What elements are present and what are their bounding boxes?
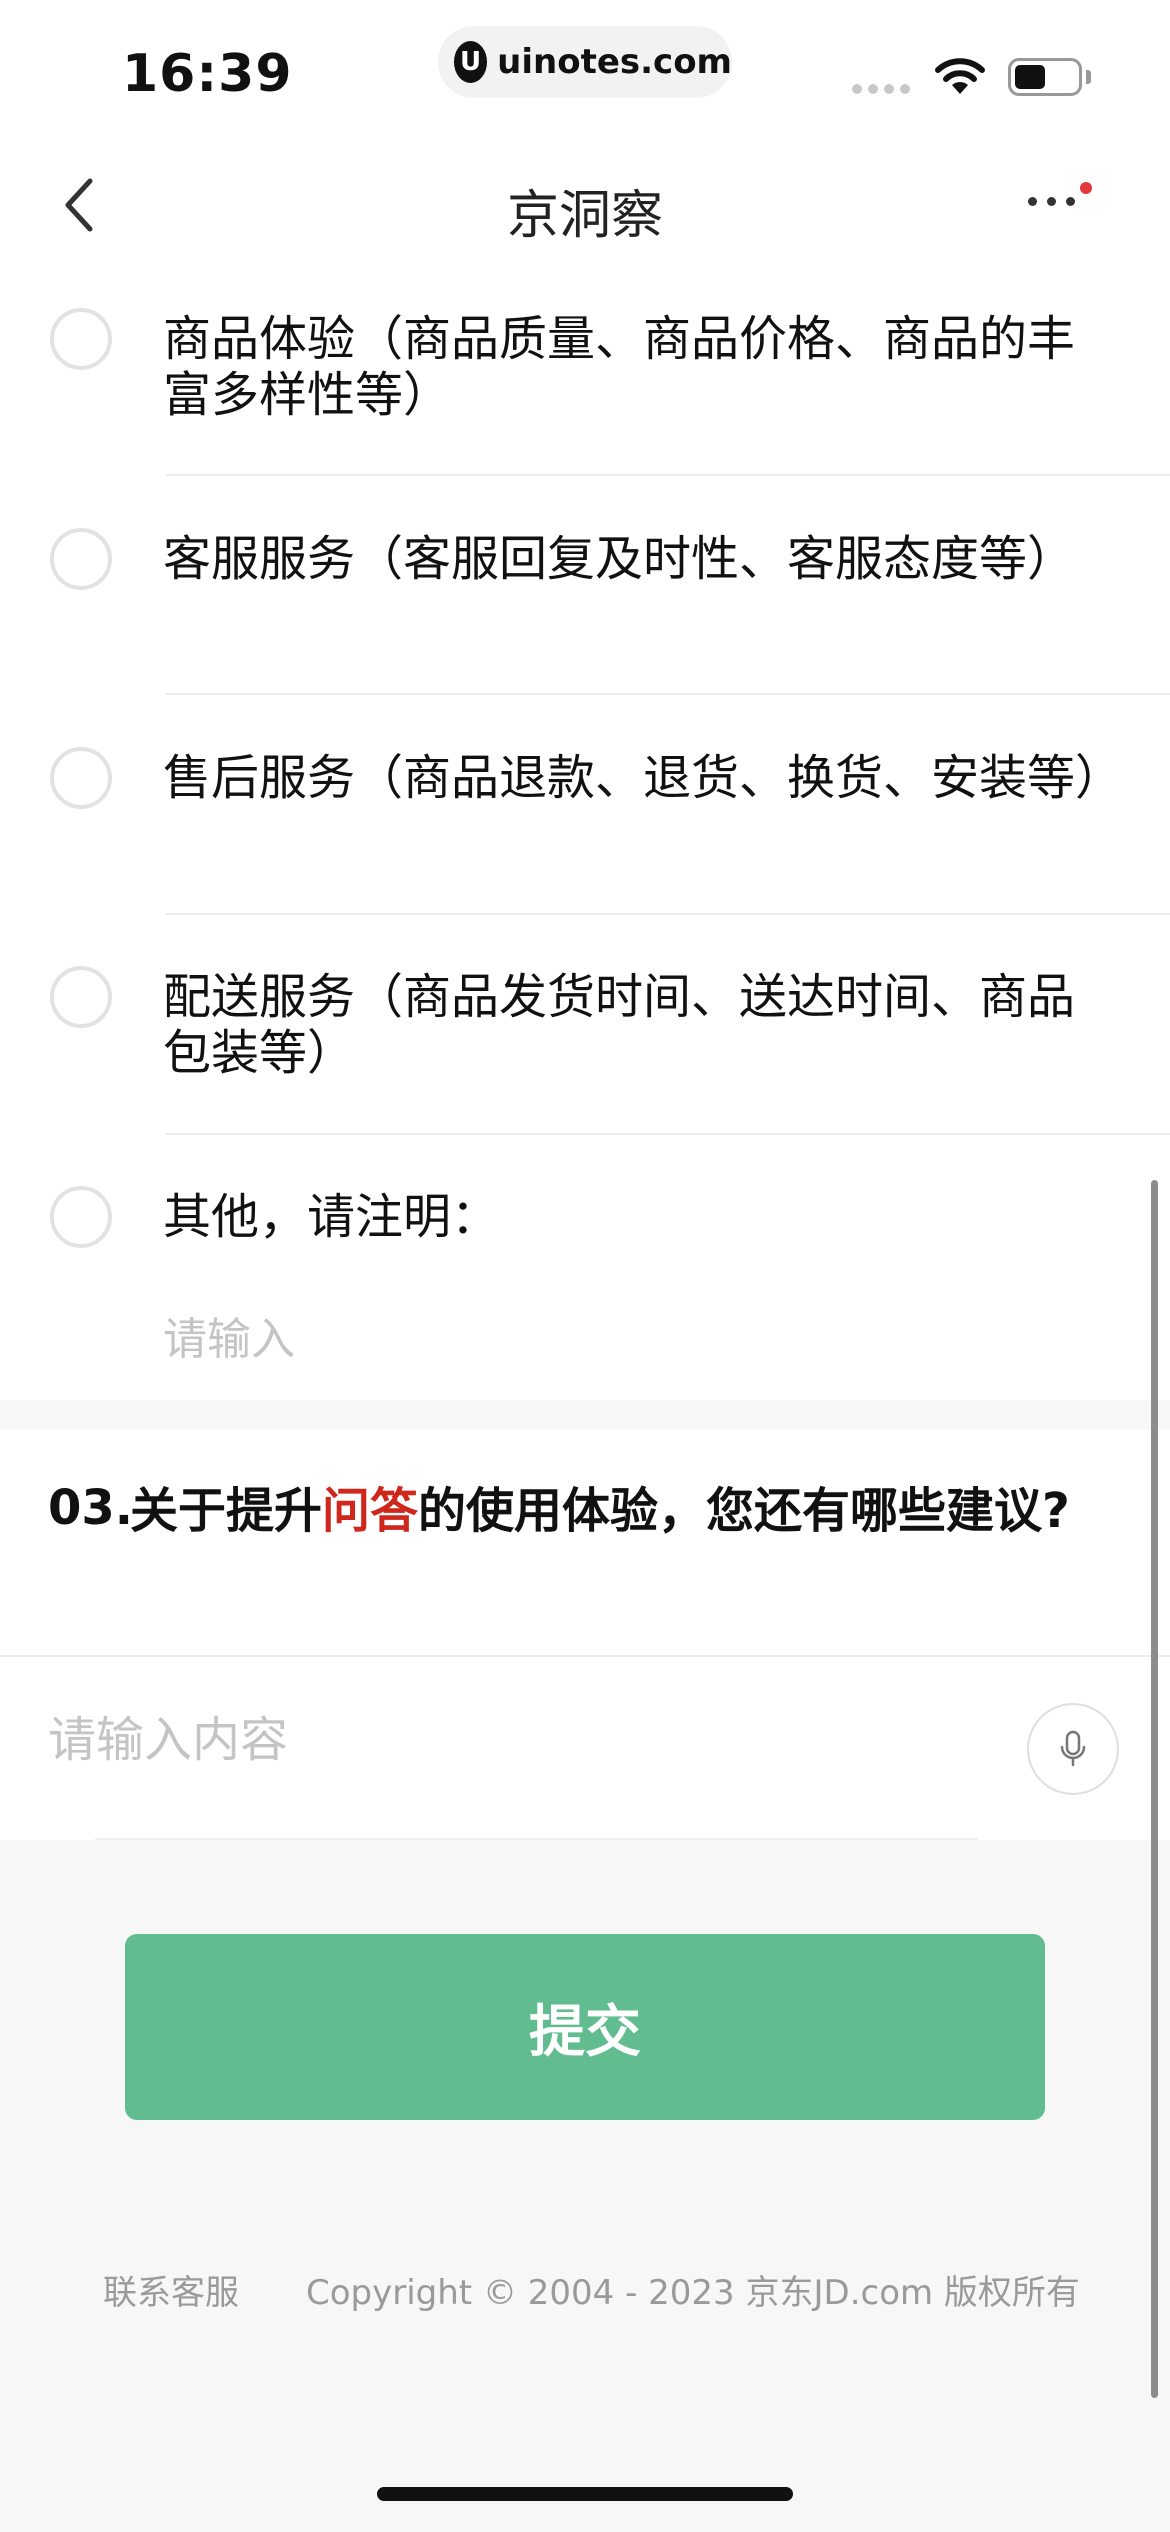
other-input[interactable]: 请输入 <box>163 1303 295 1367</box>
question-3: 03. 关于提升问答的使用体验，您还有哪些建议? <box>0 1430 1170 1840</box>
answer-input[interactable] <box>48 1690 998 1790</box>
page: 16:39 U uinotes.com 京洞察 商品体验（商品质量、商品价格、商… <box>0 0 1170 2532</box>
wifi-icon <box>935 58 985 94</box>
radio-button[interactable] <box>50 1186 112 1248</box>
divider <box>166 474 1170 476</box>
question-number: 03. <box>48 1480 134 1536</box>
url-text: uinotes.com <box>497 42 732 82</box>
site-logo-icon: U <box>454 41 488 83</box>
options-list: 商品体验（商品质量、商品价格、商品的丰富多样性等） 客服服务（客服回复及时性、客… <box>0 275 1170 1400</box>
microphone-icon <box>1060 1730 1086 1767</box>
status-time: 16:39 <box>122 44 293 104</box>
status-bar: 16:39 U uinotes.com <box>0 0 1170 135</box>
divider <box>166 693 1170 695</box>
question-text-before: 关于提升 <box>130 1483 323 1539</box>
option-label: 售后服务（商品退款、退货、换货、安装等） <box>163 750 1124 806</box>
question-text-highlight: 问答 <box>322 1483 419 1539</box>
url-pill[interactable]: U uinotes.com <box>438 26 732 98</box>
more-dots-icon[interactable] <box>1028 197 1075 206</box>
question-text-after: 的使用体验，您还有哪些建议? <box>418 1483 1070 1539</box>
battery-nub <box>1086 70 1091 84</box>
submit-button[interactable]: 提交 <box>125 1934 1045 2120</box>
divider <box>0 1655 1170 1657</box>
contact-service-link[interactable]: 联系客服 <box>103 2265 239 2314</box>
radio-button[interactable] <box>50 528 112 590</box>
radio-button[interactable] <box>50 308 112 370</box>
option-label: 配送服务（商品发货时间、送达时间、商品包装等） <box>163 969 1076 1081</box>
nav-bar: 京洞察 <box>0 135 1170 275</box>
home-indicator[interactable] <box>377 2487 793 2501</box>
microphone-button[interactable] <box>1027 1703 1119 1795</box>
option-label: 商品体验（商品质量、商品价格、商品的丰富多样性等） <box>163 311 1076 423</box>
scrollbar[interactable] <box>1151 1180 1158 2398</box>
option-label: 其他，请注明： <box>163 1189 500 1245</box>
battery-icon <box>1008 58 1082 96</box>
radio-button[interactable] <box>50 747 112 809</box>
divider <box>166 1133 1170 1135</box>
question-text: 关于提升问答的使用体验，您还有哪些建议? <box>130 1480 1080 1542</box>
input-underline <box>95 1838 978 1840</box>
option-label: 客服服务（客服回复及时性、客服态度等） <box>163 531 1076 587</box>
radio-button[interactable] <box>50 966 112 1028</box>
page-title: 京洞察 <box>506 186 663 246</box>
divider <box>166 913 1170 915</box>
notification-badge <box>1080 182 1092 194</box>
cellular-signal-icon <box>852 84 910 94</box>
copyright-text: Copyright © 2004 - 2023 京东JD.com 版权所有 <box>306 2273 1080 2313</box>
